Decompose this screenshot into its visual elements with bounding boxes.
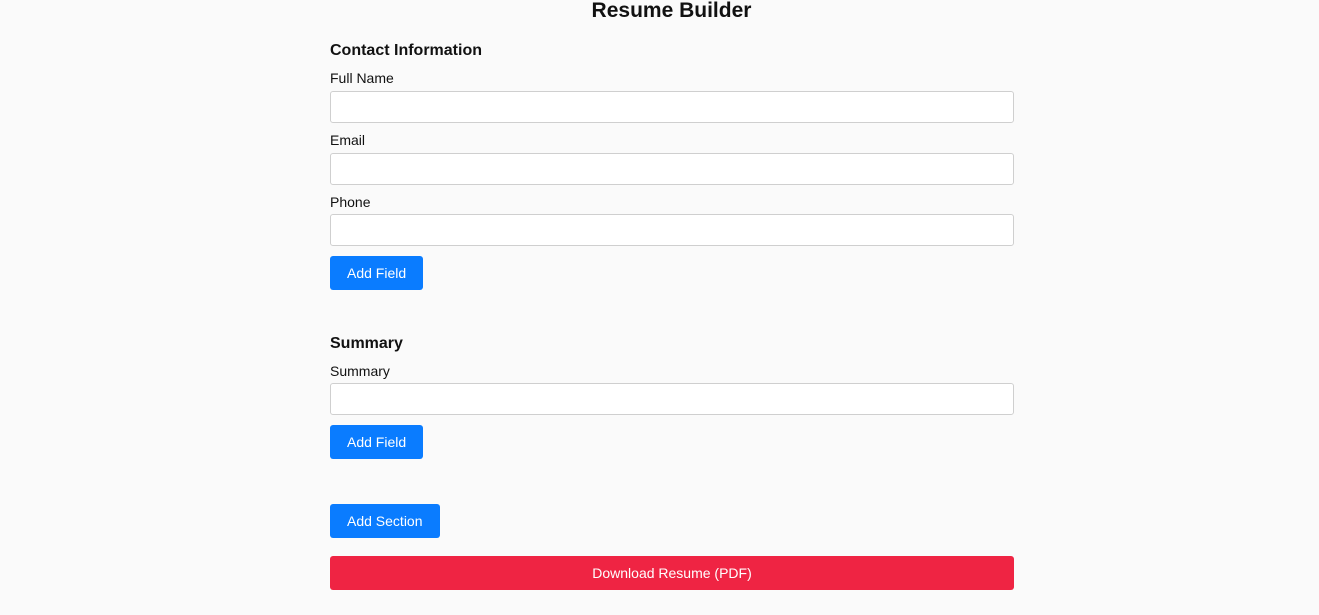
email-label: Email bbox=[330, 132, 366, 148]
full-name-input[interactable] bbox=[330, 91, 1014, 123]
page-title: Resume Builder bbox=[591, 0, 752, 22]
email-input[interactable] bbox=[330, 153, 1014, 185]
resume-builder-page: Resume Builder Contact Information Full … bbox=[0, 0, 1319, 615]
add-field-button-summary[interactable]: Add Field bbox=[330, 425, 424, 459]
download-resume-button[interactable]: Download Resume (PDF) bbox=[330, 556, 1014, 590]
section-title: Contact Information bbox=[330, 42, 482, 59]
summary-input[interactable] bbox=[330, 383, 1014, 415]
summary-label: Summary bbox=[330, 363, 390, 379]
section-title: Summary bbox=[330, 335, 403, 352]
full-name-label: Full Name bbox=[330, 70, 394, 86]
add-field-button-contact[interactable]: Add Field bbox=[330, 256, 424, 290]
add-section-button[interactable]: Add Section bbox=[330, 504, 440, 538]
phone-label: Phone bbox=[330, 194, 371, 210]
phone-input[interactable] bbox=[330, 214, 1014, 246]
